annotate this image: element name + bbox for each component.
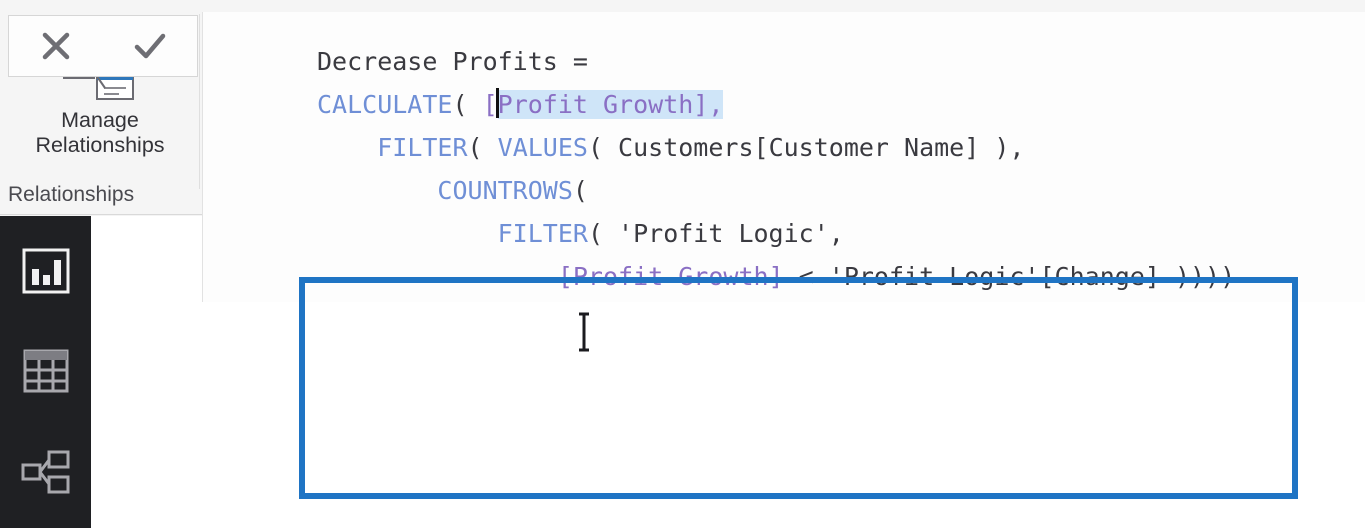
model-relationships-icon [21, 450, 69, 493]
commit-formula-button[interactable] [115, 17, 185, 75]
selected-token: Profit Growth], [497, 90, 724, 119]
dax-token: ( [452, 90, 483, 119]
manage-relationships-label: Manage Relationships [35, 108, 165, 157]
sidebar-item-report-view[interactable] [18, 243, 73, 298]
formula-bar-actions [8, 15, 198, 77]
dax-line[interactable]: [Profit Growth] < 'Profit Logic'[Change]… [317, 255, 1235, 298]
dax-token: 'Profit Logic', [618, 219, 844, 248]
dax-token: FILTER [497, 219, 588, 248]
cancel-formula-button[interactable] [21, 17, 91, 75]
sidebar-item-model-view[interactable] [18, 444, 73, 499]
table-grid-icon [23, 349, 68, 392]
group-label-relationships: Relationships [8, 183, 135, 206]
dax-token: [Profit Growth] [557, 262, 784, 291]
dax-line[interactable]: CALCULATE( [Profit Growth], [317, 83, 1235, 126]
dax-token: < [783, 262, 829, 291]
dax-token: ( Customers[Customer Name] ), [587, 133, 1025, 162]
dax-token: ( [572, 176, 588, 205]
bar-chart-icon [22, 248, 69, 293]
dax-token: ( [467, 133, 498, 162]
close-x-icon [42, 32, 70, 60]
dax-token: CALCULATE [317, 90, 453, 119]
checkmark-icon [134, 33, 166, 59]
dax-expression[interactable]: CALCULATE( [Profit Growth], FILTER( VALU… [317, 83, 1235, 298]
dax-token: ( [587, 219, 619, 248]
dax-line[interactable]: COUNTROWS( [317, 169, 1235, 212]
dax-token: VALUES [497, 133, 588, 162]
sidebar-item-data-view[interactable] [18, 343, 73, 398]
view-switcher-sidebar [0, 216, 91, 528]
dax-line[interactable]: FILTER( 'Profit Logic', [317, 212, 1235, 255]
measure-name-line: Decrease Profits = [317, 47, 588, 76]
dax-token: FILTER [377, 133, 468, 162]
text-caret [496, 88, 500, 118]
dax-token: 'Profit Logic'[Change] )))) [828, 262, 1236, 291]
dax-line[interactable]: FILTER( VALUES( Customers[Customer Name]… [317, 126, 1235, 169]
power-bi-window: Manage Relationships Relationships Decre… [0, 0, 1365, 528]
dax-formula-editor[interactable]: Decrease Profits = CALCULATE( [Profit Gr… [202, 12, 1365, 302]
dax-token: COUNTROWS [437, 176, 573, 205]
